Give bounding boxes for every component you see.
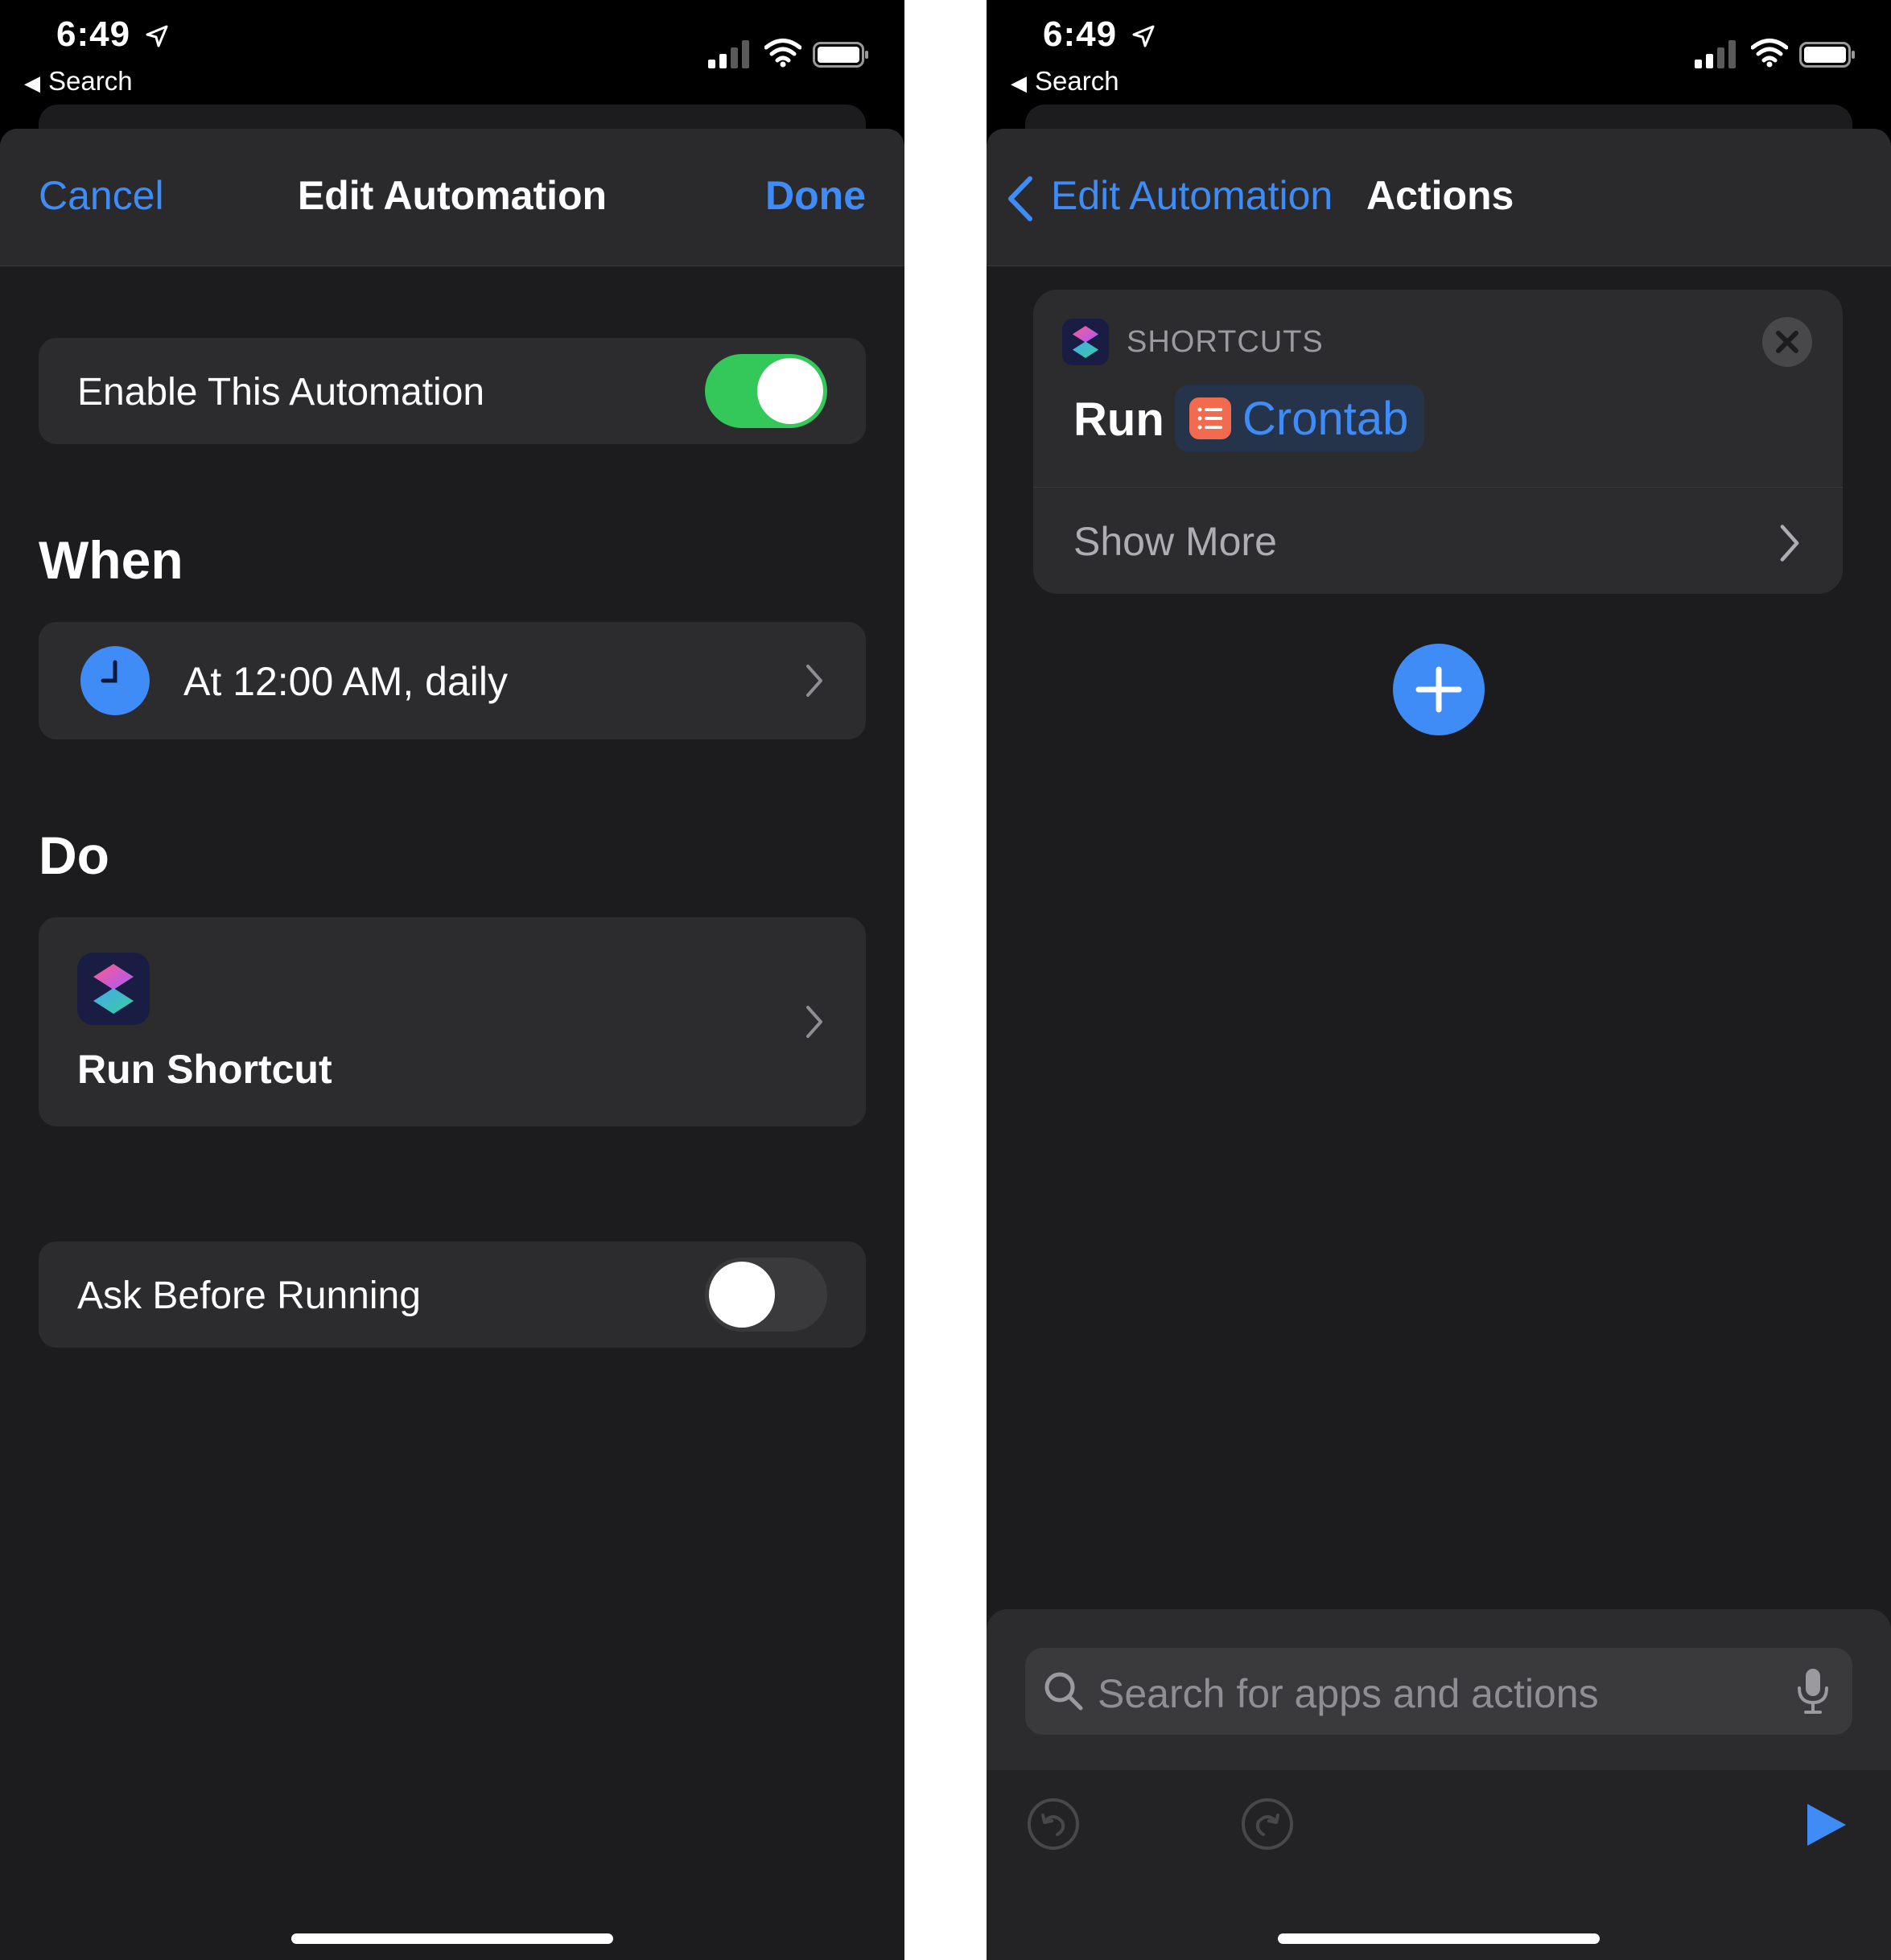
battery-icon [813,42,868,68]
enable-automation-row: Enable This Automation [39,338,866,444]
chevron-right-icon [1780,525,1799,562]
location-arrow-icon [146,25,168,47]
shortcut-name: Crontab [1242,392,1409,445]
clock-icon [80,646,150,715]
actions-sheet: Edit Automation Actions SHORTCUTS Run Cr… [987,129,1891,1960]
run-shortcut-label: Run Shortcut [77,1047,332,1092]
back-to-search[interactable]: ◀ Search [24,66,133,97]
ask-before-running-row: Ask Before Running [39,1241,866,1348]
enable-automation-toggle[interactable] [705,354,827,428]
chevron-right-icon [806,665,822,697]
home-indicator [1278,1933,1600,1944]
shortcuts-app-icon [77,953,150,1025]
toggle-knob [709,1262,775,1328]
chevron-left-icon [1008,176,1032,221]
edit-automation-sheet: Cancel Edit Automation Done Enable This … [0,129,904,1960]
status-time: 6:49 [56,14,131,54]
cellular-signal-icon [1695,40,1736,68]
toggle-knob [757,358,823,424]
wifi-icon [764,39,801,68]
toolbar [987,1770,1891,1960]
undo-icon[interactable] [1027,1797,1080,1851]
shortcut-token[interactable]: Crontab [1175,385,1425,452]
microphone-icon[interactable] [1796,1667,1830,1715]
action-verb: Run [1073,393,1164,446]
home-indicator [291,1933,613,1944]
page-title: Actions [1366,173,1514,218]
nav-bar: Cancel Edit Automation Done [0,129,904,266]
when-header: When [39,530,183,590]
cellular-signal-icon [708,40,749,68]
search-icon [1044,1672,1083,1711]
right-screen: 6:49 ◀ Search Edit Automation Actions SH… [987,0,1891,1960]
bottom-panel: Search for apps and actions [987,1609,1891,1960]
run-shortcut-row[interactable]: Run Shortcut [39,917,866,1126]
chevron-right-icon [806,1006,822,1038]
shortcuts-app-icon [1062,319,1109,365]
done-button[interactable]: Done [765,172,866,219]
do-header: Do [39,826,109,885]
ask-before-running-label: Ask Before Running [77,1274,421,1317]
back-button-label: Edit Automation [1051,173,1333,218]
search-placeholder: Search for apps and actions [1098,1671,1599,1716]
wifi-icon [1751,39,1788,68]
redo-icon[interactable] [1241,1797,1294,1851]
list-icon [1189,397,1231,439]
add-action-button[interactable] [1393,644,1485,735]
back-to-search-label: Search [48,66,133,96]
ask-before-running-toggle[interactable] [705,1258,827,1332]
battery-icon [1799,42,1855,68]
back-triangle-icon: ◀ [24,71,40,95]
close-icon[interactable] [1762,317,1812,367]
status-time: 6:49 [1043,14,1118,54]
location-arrow-icon [1132,25,1155,47]
trigger-row[interactable]: At 12:00 AM, daily [39,622,866,739]
search-input[interactable]: Search for apps and actions [1025,1648,1852,1735]
action-card: SHORTCUTS Run Crontab Show More [1033,290,1843,594]
nav-bar: Edit Automation Actions [987,129,1891,266]
back-to-search[interactable]: ◀ Search [1011,66,1119,97]
trigger-label: At 12:00 AM, daily [183,659,509,704]
back-to-search-label: Search [1035,66,1119,96]
show-more-row[interactable]: Show More [1033,488,1843,594]
play-icon[interactable] [1804,1802,1848,1847]
back-triangle-icon: ◀ [1011,71,1027,95]
show-more-label: Show More [1073,519,1277,564]
enable-automation-label: Enable This Automation [77,371,485,414]
left-screen: 6:49 ◀ Search Cancel Edit Automation Done… [0,0,904,1960]
action-category: SHORTCUTS [1127,325,1324,359]
